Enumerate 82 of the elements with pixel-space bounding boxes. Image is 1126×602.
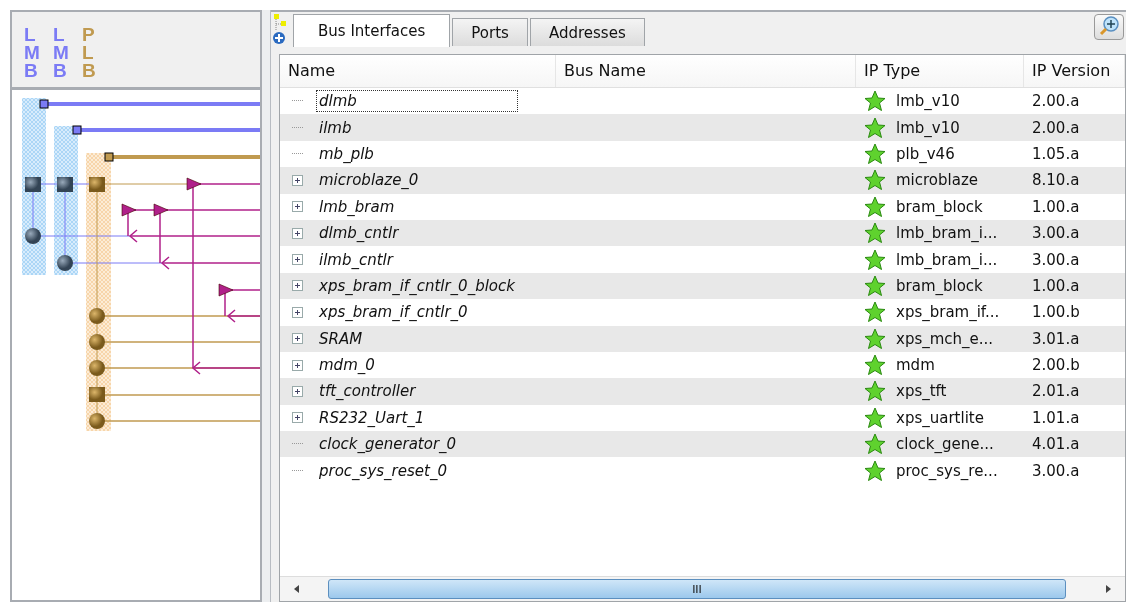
expand-toggle-icon[interactable] [292,412,303,424]
star-icon [864,380,886,403]
zoom-in-button[interactable] [1094,14,1124,40]
instance-name[interactable]: lmb_bram [317,196,397,217]
ip-version: 2.01.a [1031,382,1081,401]
star-icon [864,301,886,324]
expand-toggle-icon[interactable] [292,333,303,345]
expand-toggle-icon[interactable] [292,201,303,213]
ip-type: microblaze [896,171,979,190]
ip-type: bram_block [896,197,983,216]
star-icon [864,116,886,139]
instance-name[interactable]: ilmb [317,117,354,138]
ip-version: 2.00.a [1031,118,1081,137]
ip-version: 1.05.a [1031,144,1081,163]
expand-toggle-icon[interactable] [292,227,303,239]
ip-version: 1.00.a [1031,197,1081,216]
ip-version: 4.01.a [1031,435,1081,454]
instance-name[interactable]: xps_bram_if_cntlr_0_block [317,275,517,296]
ip-version: 3.00.a [1031,224,1081,243]
instance-name[interactable]: microblaze_0 [317,170,421,191]
star-icon [864,327,886,350]
instance-name[interactable]: ilmb_cntlr [317,249,395,270]
tab[interactable]: Addresses [529,18,645,46]
ip-type: clock_gene... [896,435,994,454]
instance-name[interactable]: clock_generator_0 [317,434,459,455]
bus-label: PLB [82,26,97,84]
star-icon [864,222,886,245]
instance-name[interactable]: mb_plb [317,143,376,164]
ip-type: lmb_v10 [896,118,960,137]
expand-toggle-icon[interactable] [292,359,303,371]
ip-type: xps_mch_e... [896,329,994,348]
ip-type: lmb_bram_i... [896,224,998,243]
bus-label: LMB [24,26,41,84]
star-icon [864,354,886,377]
instance-name[interactable]: SRAM [317,328,365,349]
expand-toggle-icon[interactable] [292,386,303,397]
ip-type: lmb_v10 [896,92,960,111]
ip-type: mdm [896,356,935,375]
tab[interactable]: Bus Interfaces [293,14,451,47]
ip-type: xps_bram_if... [896,303,1000,322]
star-icon [864,406,886,429]
star-icon [864,169,886,192]
ip-type: proc_sys_re... [896,461,998,480]
ip-version: 3.00.a [1031,461,1081,480]
column-header[interactable]: IP Type [856,55,1024,87]
column-header[interactable]: Bus Name [556,55,856,87]
ip-type: plb_v46 [896,144,955,163]
star-icon [864,142,886,165]
star-icon [864,90,886,113]
ip-type: bram_block [896,276,983,295]
instance-name[interactable]: dlmb [317,91,517,112]
ip-version: 1.00.a [1031,276,1081,295]
expand-toggle-icon[interactable] [292,254,303,266]
ip-version: 3.01.a [1031,329,1081,348]
tab[interactable]: Ports [452,18,528,46]
star-icon [864,433,886,456]
ip-version: 1.00.b [1031,303,1081,322]
bus-label: LMB [53,26,70,84]
ip-version: 2.00.a [1031,92,1081,111]
instance-name[interactable]: mdm_0 [317,355,377,376]
expand-toggle-icon[interactable] [292,306,303,318]
column-header[interactable]: IP Version [1024,55,1125,87]
instance-name[interactable]: tft_controller [317,381,418,402]
instance-name[interactable]: RS232_Uart_1 [317,407,427,428]
scrollbar-thumb[interactable]: III [328,579,1066,599]
instance-name[interactable]: xps_bram_if_cntlr_0 [317,302,470,323]
instance-name[interactable]: proc_sys_reset_0 [317,460,449,481]
ip-type: lmb_bram_i... [896,250,998,269]
ip-type: xps_tft [896,382,947,401]
ip-version: 2.00.b [1031,356,1081,375]
star-icon [864,459,886,482]
expand-toggle-icon[interactable] [292,280,303,292]
ip-version: 3.00.a [1031,250,1081,269]
ip-type: xps_uartlite [896,408,984,427]
expand-toggle-icon[interactable] [292,174,303,186]
column-header[interactable]: Name [280,55,556,87]
ip-version: 1.01.a [1031,408,1081,427]
star-icon [864,274,886,297]
star-icon [864,248,886,271]
instance-name[interactable]: dlmb_cntlr [317,223,401,244]
star-icon [864,195,886,218]
ip-version: 8.10.a [1031,171,1081,190]
